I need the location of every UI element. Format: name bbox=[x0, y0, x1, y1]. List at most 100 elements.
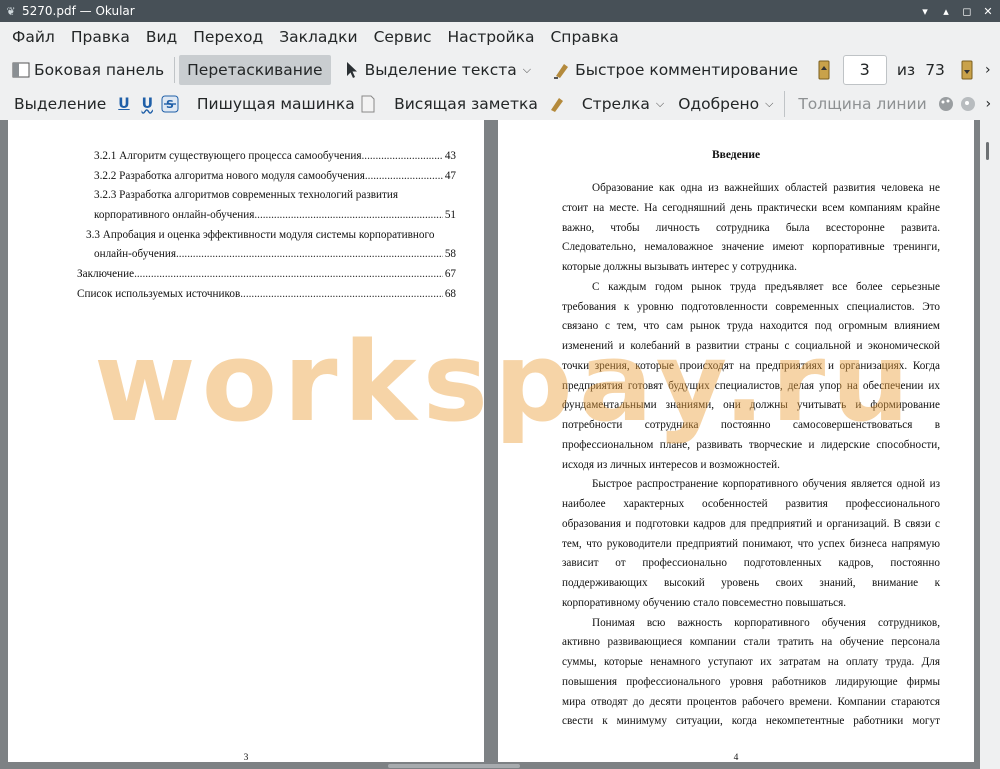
text-line: предприятия готовят будущих специалистов… bbox=[562, 379, 940, 392]
previous-page-icon[interactable] bbox=[816, 60, 833, 79]
underline-icon[interactable]: U bbox=[116, 95, 131, 113]
toc-entry-label-line1: 3.2.3 Разработка алгоритмов современных … bbox=[94, 189, 399, 201]
toc-entry[interactable]: корпоративного онлайн-обучения 51 bbox=[94, 208, 456, 222]
drag-tool-label: Перетаскивание bbox=[187, 60, 323, 79]
text-line: Понимая всю важность корпоративного обуч… bbox=[592, 616, 940, 629]
text-line: важно, чтобы личность сотрудника была вс… bbox=[562, 221, 940, 234]
toc-entry-page: 43 bbox=[444, 150, 456, 162]
line-width-button[interactable]: Толщина линии bbox=[792, 89, 932, 119]
maximize-icon[interactable]: ▴ bbox=[937, 2, 955, 20]
chevron-down-icon[interactable]: ⌵ bbox=[765, 97, 773, 111]
toolbar-separator bbox=[174, 56, 176, 83]
text-line: мира отводят до десяти процентов рабочег… bbox=[562, 695, 940, 708]
sidebar-label: Боковая панель bbox=[34, 60, 165, 79]
toc-entry[interactable]: Список используемых источников 68 bbox=[77, 287, 456, 301]
typewriter-tool-button[interactable]: Пишущая машинка bbox=[191, 89, 361, 119]
text-select-tool-button[interactable]: Выделение текста ⌵ bbox=[337, 55, 538, 85]
chevron-down-icon[interactable]: ⌵ bbox=[523, 63, 531, 77]
pdf-page-4: Введение Образование как одна из важнейш… bbox=[498, 120, 974, 769]
text-line: требования к уровню подготовленности сов… bbox=[562, 300, 940, 313]
title-bar: ❦ 5270.pdf — Okular ▾ ▴ ◻ ✕ bbox=[0, 0, 1000, 22]
cursor-arrow-icon bbox=[343, 61, 361, 79]
chevron-down-icon[interactable]: ⌵ bbox=[656, 97, 664, 111]
line-width-label: Толщина линии bbox=[798, 94, 927, 113]
text-line: стоит на месте. На сегодняшний день прак… bbox=[562, 201, 940, 214]
text-line: точки зрения, которые происходят на пред… bbox=[562, 359, 940, 372]
highlight-label: Выделение bbox=[14, 94, 107, 113]
document-viewer[interactable]: 3.2.1 Алгоритм существующего процесса са… bbox=[0, 120, 1000, 769]
note-page-icon[interactable] bbox=[361, 95, 376, 113]
arrow-label: Стрелка bbox=[581, 94, 650, 113]
close-icon[interactable]: ✕ bbox=[979, 2, 997, 20]
toc-leader bbox=[176, 247, 443, 261]
toc-entry-page: 67 bbox=[444, 268, 456, 280]
text-line: исходя из личных интересов и возможносте… bbox=[562, 458, 780, 471]
toc-entry-page: 47 bbox=[444, 170, 456, 182]
toc-entry[interactable]: Заключение 67 bbox=[77, 267, 456, 281]
toc-leader bbox=[134, 267, 443, 281]
text-line: потребности сотрудника постоянно самосов… bbox=[562, 419, 940, 431]
menu-settings[interactable]: Настройка bbox=[440, 28, 543, 46]
strikeout-icon[interactable]: S bbox=[161, 95, 179, 113]
pen-icon[interactable] bbox=[548, 95, 566, 113]
text-line: корпоративному обучению стало повсеместн… bbox=[562, 596, 847, 609]
stamp-tool-button[interactable]: Одобрено ⌵ bbox=[672, 89, 779, 119]
menu-help[interactable]: Справка bbox=[542, 28, 626, 46]
text-line: которые должны вызывать интерес у сотруд… bbox=[562, 261, 797, 273]
restore-icon[interactable]: ◻ bbox=[958, 2, 976, 20]
toc-entry[interactable]: 3.2.1 Алгоритм существующего процесса са… bbox=[94, 149, 456, 163]
arrow-tool-button[interactable]: Стрелка ⌵ bbox=[576, 89, 670, 119]
text-line: связано с тем, что сам рынок труда наход… bbox=[562, 320, 940, 333]
toc-entry-label: корпоративного онлайн-обучения bbox=[94, 209, 255, 221]
sticky-note-tool-button[interactable]: Висящая заметка bbox=[388, 89, 544, 119]
page-number-input[interactable]: 3 bbox=[842, 54, 887, 85]
toc-entry-page: 68 bbox=[444, 288, 456, 300]
toolbar-overflow-icon[interactable]: › bbox=[979, 61, 996, 79]
toc-entry-page: 58 bbox=[444, 248, 456, 260]
menu-edit[interactable]: Правка bbox=[63, 28, 138, 46]
drag-tool-button[interactable]: Перетаскивание bbox=[179, 54, 331, 85]
toc-entry-page: 51 bbox=[444, 209, 456, 221]
squiggle-underline-icon[interactable]: U bbox=[140, 95, 155, 113]
text-line: поддерживающих высокий уровень своих зна… bbox=[562, 577, 940, 589]
toc-entry-label: Заключение bbox=[77, 268, 135, 280]
next-page-icon[interactable] bbox=[959, 60, 976, 79]
menu-bookmarks[interactable]: Закладки bbox=[271, 28, 365, 46]
sidebar-button[interactable]: Боковая панель bbox=[10, 55, 170, 85]
menu-view[interactable]: Вид bbox=[138, 28, 185, 46]
toc-leader bbox=[361, 149, 442, 163]
text-line: С каждым годом рынок труда предъявляет в… bbox=[592, 280, 940, 293]
toc-leader bbox=[240, 287, 443, 301]
text-line: Образование как одна из важнейших област… bbox=[592, 182, 940, 194]
main-toolbar: Боковая панель Перетаскивание Выделение … bbox=[0, 52, 1000, 87]
fill-color-icon[interactable] bbox=[959, 95, 977, 113]
menu-go[interactable]: Переход bbox=[185, 28, 271, 46]
quick-annotation-button[interactable]: Быстрое комментирование bbox=[547, 55, 804, 85]
toc-entry[interactable]: онлайн-обучения 58 bbox=[94, 247, 456, 261]
toc-entry[interactable]: 3.2.2 Разработка алгоритма нового модуля… bbox=[94, 169, 456, 183]
menu-bar: Файл Правка Вид Переход Закладки Сервис … bbox=[0, 22, 1000, 52]
text-select-label: Выделение текста bbox=[364, 60, 517, 79]
toc-entry-label: 3.2.1 Алгоритм существующего процесса са… bbox=[94, 150, 362, 162]
toc-leader bbox=[365, 169, 443, 183]
toc-entry-label: Список используемых источников bbox=[77, 288, 241, 300]
color-palette-icon[interactable] bbox=[937, 95, 955, 113]
scrollbar-thumb[interactable] bbox=[388, 764, 520, 768]
window-title: 5270.pdf — Okular bbox=[22, 4, 135, 18]
minimize-icon[interactable]: ▾ bbox=[916, 2, 934, 20]
text-line: повышения профессионального уровня работ… bbox=[562, 675, 940, 688]
text-line: Быстрое распространение корпоративного о… bbox=[592, 478, 940, 491]
scrollbar-thumb[interactable] bbox=[986, 142, 989, 160]
horizontal-scrollbar[interactable] bbox=[0, 762, 980, 769]
quick-annotation-label: Быстрое комментирование bbox=[575, 60, 799, 79]
okular-app-icon[interactable]: ❦ bbox=[4, 4, 18, 18]
vertical-scrollbar[interactable] bbox=[980, 120, 1000, 769]
menu-file[interactable]: Файл bbox=[4, 28, 63, 46]
menu-tools[interactable]: Сервис bbox=[366, 28, 440, 46]
typewriter-label: Пишущая машинка bbox=[196, 94, 355, 113]
text-line: наиболее характерных особенностей развит… bbox=[562, 498, 940, 510]
toolbar-overflow-icon[interactable]: › bbox=[981, 95, 996, 113]
text-line: Следовательно, немаловажное значение име… bbox=[562, 241, 940, 254]
highlight-tool-button[interactable]: Выделение bbox=[10, 89, 112, 119]
toc-entry-label: онлайн-обучения bbox=[94, 248, 176, 260]
